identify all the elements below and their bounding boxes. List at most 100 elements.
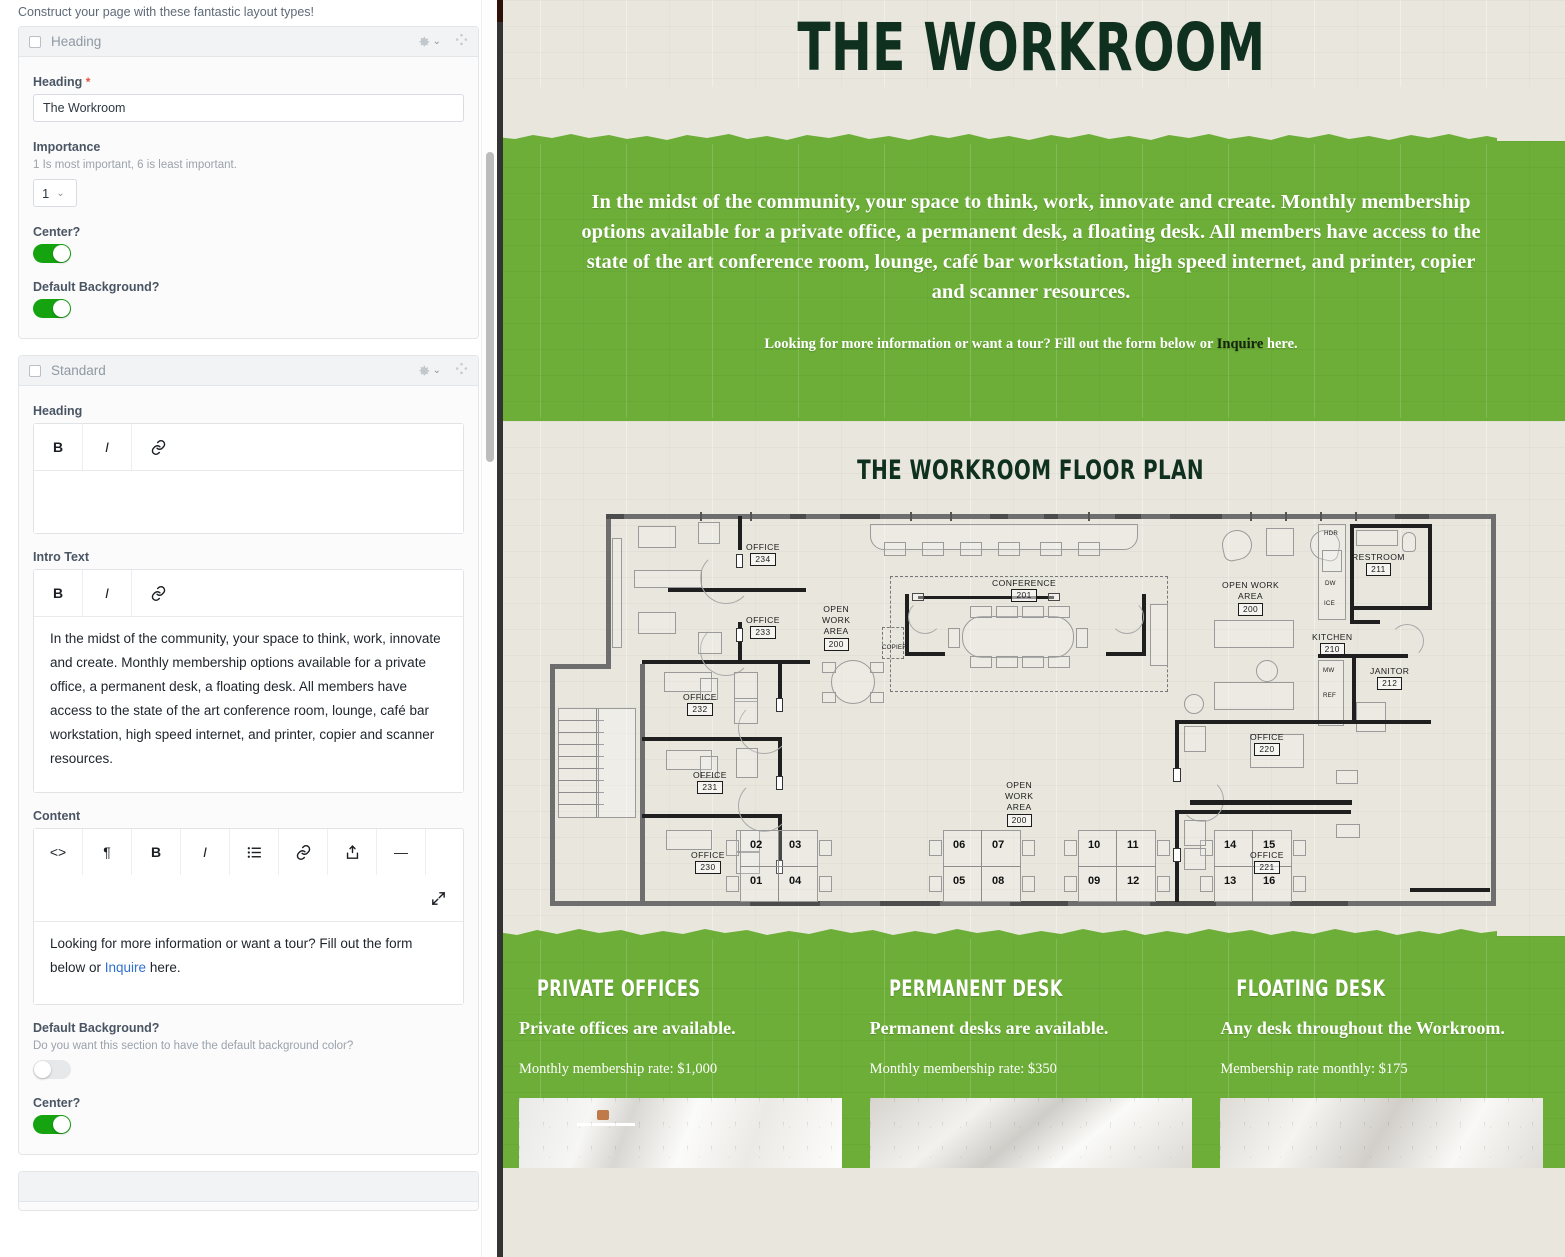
paragraph-icon[interactable]: ¶: [83, 829, 132, 875]
content-inquire-link[interactable]: Inquire: [105, 960, 146, 975]
app-root: Construct your page with these fantastic…: [0, 0, 1565, 1257]
intro-text-label: Intro Text: [33, 550, 90, 564]
panel-next-header[interactable]: [19, 1172, 478, 1202]
upload-icon[interactable]: [328, 829, 377, 875]
bullet-list-icon[interactable]: [230, 829, 279, 875]
panel-select-checkbox[interactable]: [29, 364, 41, 377]
desk-number: 12: [1127, 875, 1140, 887]
cta-prefix: Looking for more information or want a t…: [764, 336, 1217, 352]
toggle-knob: [53, 300, 70, 317]
panel-heading: Heading ⌄ Heading * Importance: [18, 26, 479, 339]
standard-heading-label: Heading: [33, 404, 83, 418]
live-preview-pane: The Workroom In the midst of the communi…: [497, 0, 1565, 1257]
inquire-link[interactable]: Inquire: [1217, 336, 1263, 352]
page-title: The Workroom: [497, 8, 1565, 87]
link-icon[interactable]: [279, 829, 328, 875]
room-label-conference-201: CONFERENCE 201: [992, 578, 1057, 602]
center-label: Center?: [33, 225, 81, 239]
cards-row: Private Offices Private offices are avai…: [497, 976, 1565, 1168]
desk-number: 08: [992, 875, 1005, 887]
construct-note: Construct your page with these fantastic…: [18, 5, 314, 19]
horizontal-rule-icon[interactable]: —: [377, 829, 426, 875]
intro-paragraph: In the midst of the community, your spac…: [581, 191, 1481, 303]
importance-select[interactable]: 1 ⌄: [33, 179, 77, 207]
card-rate: Monthly membership rate: $1,000: [519, 1061, 718, 1077]
content-editor: <> ¶ B I — Looking for more information …: [33, 828, 464, 1005]
desk-number: 05: [953, 875, 966, 887]
copier-label: COPIER: [882, 644, 907, 651]
default-background-toggle[interactable]: [33, 299, 71, 318]
panel-standard-header[interactable]: Standard ⌄: [19, 356, 478, 386]
panel-heading-header[interactable]: Heading ⌄: [19, 27, 478, 57]
intro-green-section: In the midst of the community, your spac…: [497, 134, 1565, 427]
rte-toolbar-spacer: [34, 875, 414, 921]
expand-icon[interactable]: [414, 875, 463, 921]
intro-text-textarea[interactable]: In the midst of the community, your spac…: [34, 617, 463, 792]
editor-scrollbar-thumb[interactable]: [486, 152, 494, 462]
ref-label: REF: [1323, 692, 1336, 699]
torn-edge-top: [497, 929, 1497, 939]
importance-label: Importance: [33, 140, 101, 154]
italic-button[interactable]: I: [181, 829, 230, 875]
chevron-down-icon: ⌄: [56, 187, 65, 199]
editor-scrollbar-track[interactable]: [481, 0, 497, 1257]
hero-section: The Workroom: [497, 0, 1565, 87]
torn-edge-top: [497, 134, 1497, 144]
room-label-office-220: OFFICE 220: [1250, 732, 1284, 756]
panel-title: Heading: [51, 34, 102, 49]
room-label-open-work-area-left: OPEN WORK AREA 200: [822, 604, 851, 651]
bold-button[interactable]: B: [132, 829, 181, 875]
room-label-kitchen-210: KITCHEN 210: [1312, 632, 1353, 656]
standard-heading-textarea[interactable]: [34, 471, 463, 533]
move-handle-icon[interactable]: [455, 362, 468, 380]
italic-button[interactable]: I: [83, 424, 132, 470]
center-toggle[interactable]: [33, 1115, 71, 1134]
mw-label: MW: [1323, 667, 1335, 674]
default-background-toggle[interactable]: [33, 1060, 71, 1079]
card-rate: Membership rate monthly: $175: [1220, 1061, 1408, 1077]
heading-input[interactable]: [33, 94, 464, 122]
chevron-down-icon[interactable]: ⌄: [433, 365, 441, 376]
code-icon[interactable]: <>: [34, 829, 83, 875]
panel-standard-body: Heading B I Intro Text B I In the midst …: [19, 386, 478, 1154]
importance-hint: 1 Is most important, 6 is least importan…: [33, 159, 237, 171]
chevron-down-icon[interactable]: ⌄: [433, 36, 441, 47]
panel-heading-body: Heading * Importance 1 Is most important…: [19, 57, 478, 338]
rte-toolbar-small: B I: [34, 570, 463, 617]
page-builder-editor: Construct your page with these fantastic…: [0, 0, 497, 1257]
desk-number: 10: [1088, 839, 1101, 851]
room-label-open-work-area-right: OPEN WORK AREA 200: [1222, 580, 1280, 616]
center-toggle[interactable]: [33, 244, 71, 263]
link-icon[interactable]: [132, 570, 463, 616]
gear-icon[interactable]: ⌄: [417, 35, 441, 49]
intro-text-editor: B I In the midst of the community, your …: [33, 569, 464, 793]
panel-next-partial[interactable]: [18, 1171, 479, 1211]
floorplan-section: The Workroom Floor Plan: [497, 421, 1565, 936]
link-icon[interactable]: [132, 424, 463, 470]
panel-select-checkbox[interactable]: [29, 35, 41, 48]
bold-button[interactable]: B: [34, 424, 83, 470]
desk-number: 13: [1224, 875, 1237, 887]
panel-standard: Standard ⌄ Heading B I Intro Text B I In…: [18, 355, 479, 1155]
move-handle-icon[interactable]: [455, 33, 468, 51]
gear-icon[interactable]: ⌄: [417, 364, 441, 378]
italic-button[interactable]: I: [83, 570, 132, 616]
ice-label: ICE: [1324, 600, 1335, 607]
panel-title: Standard: [51, 363, 106, 378]
bold-button[interactable]: B: [34, 570, 83, 616]
desk-number: 11: [1127, 839, 1139, 851]
importance-value: 1: [42, 185, 50, 201]
page-title-text: The Workroom: [796, 9, 1266, 86]
desk-number: 07: [992, 839, 1005, 851]
heading-label-text: Heading: [33, 75, 83, 89]
card-title: Private Offices: [536, 977, 701, 1002]
content-textarea[interactable]: Looking for more information or want a t…: [34, 922, 463, 1004]
card-image: [519, 1098, 842, 1168]
desk-number: 02: [750, 839, 763, 851]
floorplan-title-text: The Workroom Floor Plan: [857, 455, 1205, 486]
default-background-hint: Do you want this section to have the def…: [33, 1040, 354, 1052]
center-label: Center?: [33, 1096, 81, 1110]
card-permanent-desk: Permanent Desk Permanent desks are avail…: [869, 976, 1193, 1168]
card-image: [1220, 1098, 1544, 1168]
toggle-knob: [34, 1061, 51, 1078]
